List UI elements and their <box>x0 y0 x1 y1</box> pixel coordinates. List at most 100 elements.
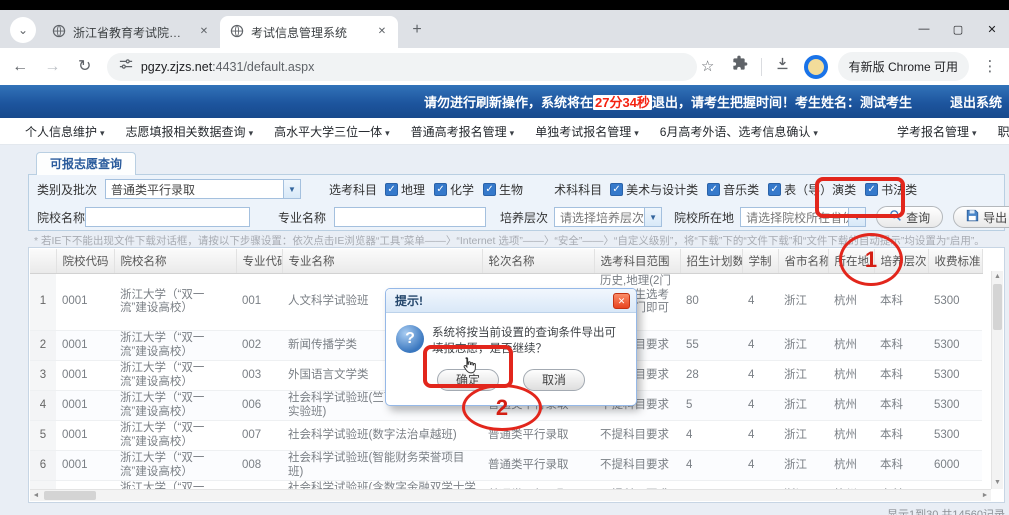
tab-search-icon[interactable]: ⌄ <box>10 17 36 43</box>
export-button[interactable]: 导出 <box>953 206 1009 228</box>
checkbox-chemistry[interactable]: ✓化学 <box>434 181 474 198</box>
header-city[interactable]: 所在地 <box>828 249 874 274</box>
extensions-icon[interactable] <box>729 55 751 78</box>
table-row[interactable]: 50001浙江大学（“双一流”建设高校）007社会科学试验班(数字法治卓越班)普… <box>30 421 982 451</box>
subjects-label: 选考科目 <box>329 181 377 198</box>
browser-tab-active[interactable]: 考试信息管理系统 ✕ <box>220 16 398 48</box>
header-rownum <box>30 249 56 274</box>
menu-vocational-skill[interactable]: 职业技能考试报名管理▾ <box>998 123 1009 140</box>
table-row[interactable]: 60001浙江大学（“双一流”建设高校）008社会科学试验班(智能财务荣誉项目班… <box>30 451 982 481</box>
combo-arrow-icon[interactable]: ▼ <box>283 180 300 198</box>
vertical-scroll-thumb[interactable] <box>993 284 1002 330</box>
checkbox-checked-icon: ✓ <box>707 183 720 196</box>
header-subject-range[interactable]: 选考科目范围 <box>594 249 680 274</box>
scroll-up-icon[interactable]: ▲ <box>992 271 1003 283</box>
profile-avatar[interactable] <box>804 55 828 79</box>
combo-arrow-icon[interactable]: ▼ <box>644 208 661 226</box>
menu-gaokao-registration[interactable]: 普通高考报名管理▾ <box>411 123 515 140</box>
scroll-down-icon[interactable]: ▼ <box>992 477 1003 489</box>
college-name-input[interactable] <box>85 207 250 227</box>
chrome-update-button[interactable]: 有新版 Chrome 可用 <box>838 52 969 81</box>
search-button[interactable]: 查询 <box>876 206 943 228</box>
window-close-button[interactable]: ✕ <box>975 10 1009 48</box>
browser-menu-icon[interactable]: ⋮ <box>979 56 1001 78</box>
filter-row-1: 类别及批次 普通类平行录取 ▼ 选考科目 ✓地理 ✓化学 ✓生物 术科科目 ✓美… <box>29 175 1004 203</box>
header-major-name[interactable]: 专业名称 <box>282 249 482 274</box>
session-warning: 请勿进行刷新操作，系统将在27分34秒退出，请考生把握时间！ <box>424 92 795 111</box>
logout-button[interactable]: 退出系统 <box>950 92 1002 111</box>
checkbox-geography[interactable]: ✓地理 <box>385 181 425 198</box>
header-level[interactable]: 培养层次 <box>874 249 928 274</box>
header-duration[interactable]: 学制 <box>742 249 778 274</box>
province-combobox[interactable]: 请选择院校所在省份 ▼ <box>740 207 866 227</box>
header-major-code[interactable]: 专业代码 <box>236 249 282 274</box>
province-label: 院校所在地 <box>674 209 734 226</box>
chevron-down-icon: ▾ <box>100 128 105 138</box>
checkbox-art-design[interactable]: ✓美术与设计类 <box>610 181 698 198</box>
address-bar[interactable]: pgzy.zjzs.net:4431/default.aspx <box>107 53 697 81</box>
forward-icon[interactable]: → <box>40 54 64 80</box>
checkbox-music[interactable]: ✓音乐类 <box>707 181 759 198</box>
tab-title: 考试信息管理系统 <box>251 24 367 41</box>
header-round-name[interactable]: 轮次名称 <box>482 249 594 274</box>
toolbar-divider <box>761 58 762 76</box>
header-college-code[interactable]: 院校代码 <box>56 249 114 274</box>
horizontal-scrollbar[interactable]: ◄ ► <box>30 489 991 501</box>
main-menu: 个人信息维护▾ 志愿填报相关数据查询▾ 高水平大学三位一体▾ 普通高考报名管理▾… <box>0 118 1009 145</box>
reload-icon[interactable]: ↻ <box>73 54 97 80</box>
window-minimize-button[interactable]: — <box>907 10 941 48</box>
menu-separate-exam[interactable]: 单独考试报名管理▾ <box>535 123 639 140</box>
menu-sanweiyiti[interactable]: 高水平大学三位一体▾ <box>274 123 390 140</box>
tab-close-icon[interactable]: ✕ <box>196 24 212 40</box>
site-settings-icon[interactable] <box>119 57 133 76</box>
header-college-name[interactable]: 院校名称 <box>114 249 236 274</box>
tab-volunteer-query[interactable]: 可报志愿查询 <box>36 152 136 175</box>
checkbox-calligraphy[interactable]: ✓书法类 <box>865 181 917 198</box>
category-value: 普通类平行录取 <box>106 181 283 198</box>
back-icon[interactable]: ← <box>8 54 32 80</box>
dialog-titlebar[interactable]: 提示! ✕ <box>386 289 636 313</box>
tab-close-icon[interactable]: ✕ <box>374 24 390 40</box>
checkbox-checked-icon: ✓ <box>385 183 398 196</box>
combo-arrow-icon[interactable]: ▼ <box>848 208 865 226</box>
level-combobox[interactable]: 请选择培养层次 ▼ <box>554 207 662 227</box>
download-icon[interactable] <box>772 55 794 79</box>
chevron-down-icon: ▾ <box>249 128 254 138</box>
screen-top-bar <box>0 0 1009 10</box>
checkbox-checked-icon: ✓ <box>610 183 623 196</box>
window-maximize-button[interactable]: ▢ <box>941 10 975 48</box>
menu-june-confirm[interactable]: 6月高考外语、选考信息确认▾ <box>660 123 818 140</box>
menu-volunteer-data-query[interactable]: 志愿填报相关数据查询▾ <box>126 123 254 140</box>
bookmark-star-icon[interactable]: ☆ <box>697 56 719 78</box>
scroll-left-icon[interactable]: ◄ <box>30 490 42 502</box>
dialog-close-icon[interactable]: ✕ <box>613 293 630 309</box>
search-icon <box>889 209 902 225</box>
major-name-input[interactable] <box>334 207 486 227</box>
menu-personal-info[interactable]: 个人信息维护▾ <box>25 123 105 140</box>
header-province[interactable]: 省市名称 <box>778 249 828 274</box>
chevron-down-icon: ▾ <box>385 128 390 138</box>
countdown-timer: 27分34秒 <box>593 95 652 110</box>
checkbox-biology[interactable]: ✓生物 <box>483 181 523 198</box>
dialog-message: 系统将按当前设置的查询条件导出可填报志愿，是否继续？ <box>432 325 626 357</box>
browser-tab-inactive[interactable]: 浙江省教育考试院官网 考生办… ✕ <box>42 16 220 48</box>
college-name-label: 院校名称 <box>37 209 85 226</box>
toolbar-actions: ☆ 有新版 Chrome 可用 ⋮ <box>697 52 1009 81</box>
category-combobox[interactable]: 普通类平行录取 ▼ <box>105 179 301 199</box>
header-plan-count[interactable]: 招生计划数 <box>680 249 742 274</box>
checkbox-performance[interactable]: ✓表（导）演类 <box>768 181 856 198</box>
save-floppy-icon <box>966 209 979 225</box>
download-note: * 若IE下不能出现文件下载对话框，请按以下步骤设置：依次点击IE浏览器“工具”… <box>34 233 994 248</box>
vertical-scrollbar[interactable]: ▲ ▼ <box>991 271 1003 489</box>
table-row[interactable]: 70001浙江大学（“双一流”建设高校）009社会科学试验班(含数字金融双学士学… <box>30 481 982 490</box>
menu-xuekao[interactable]: 学考报名管理▾ <box>897 123 977 140</box>
header-fee[interactable]: 收费标准 <box>928 249 982 274</box>
filter-row-2: 院校名称 专业名称 培养层次 请选择培养层次 ▼ 院校所在地 请选择院校所在省份… <box>29 203 1004 231</box>
filter-panel: 类别及批次 普通类平行录取 ▼ 选考科目 ✓地理 ✓化学 ✓生物 术科科目 ✓美… <box>28 174 1005 231</box>
scroll-right-icon[interactable]: ► <box>979 490 991 502</box>
globe-favicon-icon <box>52 24 66 41</box>
cancel-button[interactable]: 取消 <box>523 369 585 391</box>
new-tab-button[interactable]: + <box>404 17 430 43</box>
checkbox-checked-icon: ✓ <box>768 183 781 196</box>
horizontal-scroll-thumb[interactable] <box>44 491 96 500</box>
